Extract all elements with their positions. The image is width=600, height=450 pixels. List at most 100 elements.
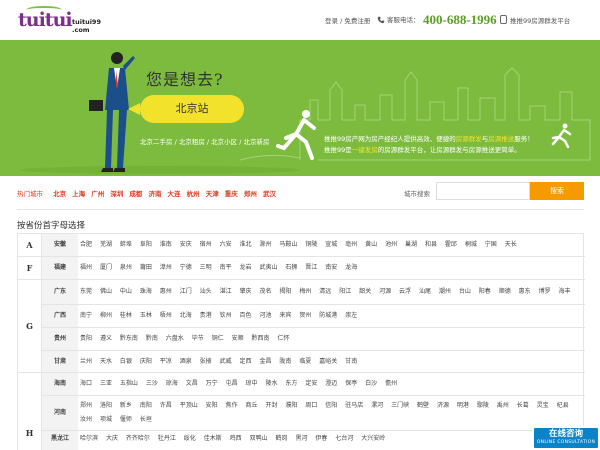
hot-city-link[interactable]: 天津 (206, 190, 219, 198)
city-link[interactable]: 石狮 (285, 264, 297, 271)
city-link[interactable]: 开封 (265, 402, 277, 409)
city-link[interactable]: 江门 (180, 288, 192, 295)
city-link[interactable]: 庆阳 (140, 358, 152, 365)
city-link[interactable]: 淮南 (160, 241, 172, 248)
city-link[interactable]: 蚌埠 (120, 241, 132, 248)
city-link[interactable]: 澄迈 (325, 380, 337, 387)
city-link[interactable]: 南阳 (140, 402, 152, 409)
city-link[interactable]: 桂林 (120, 312, 132, 319)
city-link[interactable]: 厦门 (100, 264, 112, 271)
city-link[interactable]: 桐城 (465, 241, 477, 248)
city-link[interactable]: 莆田 (140, 264, 152, 271)
city-link[interactable]: 亳州 (345, 241, 357, 248)
hot-city-link[interactable]: 广州 (91, 190, 104, 198)
city-link[interactable]: 琼中 (246, 380, 258, 387)
city-link[interactable]: 铜陵 (305, 241, 317, 248)
city-link[interactable]: 定西 (240, 358, 252, 365)
city-link[interactable]: 白沙 (365, 380, 377, 387)
city-link[interactable]: 云浮 (399, 288, 411, 295)
city-link[interactable]: 黔南 (146, 335, 158, 342)
city-link[interactable]: 白银 (120, 358, 132, 365)
city-link[interactable]: 百色 (240, 312, 252, 319)
province-name[interactable]: 广东 (42, 280, 78, 304)
search-button[interactable]: 搜索 (530, 182, 584, 200)
city-link[interactable]: 定安 (305, 380, 317, 387)
city-link[interactable]: 黑河 (295, 435, 307, 442)
city-link[interactable]: 长垣 (140, 416, 152, 423)
city-link[interactable]: 惠州 (160, 288, 172, 295)
city-link[interactable]: 海口 (80, 380, 92, 387)
city-link[interactable]: 齐齐哈尔 (126, 435, 150, 442)
city-link[interactable]: 三明 (200, 264, 212, 271)
province-name[interactable]: 河南 (42, 396, 78, 430)
city-link[interactable]: 钦州 (220, 312, 232, 319)
city-link[interactable]: 和县 (425, 241, 437, 248)
city-link[interactable]: 驻马店 (345, 402, 363, 409)
city-link[interactable]: 肇庆 (240, 288, 252, 295)
city-link[interactable]: 漯河 (371, 402, 383, 409)
city-link[interactable]: 韶关 (359, 288, 371, 295)
city-link[interactable]: 项城 (100, 416, 112, 423)
city-link[interactable]: 中山 (120, 288, 132, 295)
city-link[interactable]: 平顶山 (180, 402, 198, 409)
city-link[interactable]: 台山 (459, 288, 471, 295)
city-link[interactable]: 鹤岗 (276, 435, 288, 442)
city-link[interactable]: 兰州 (80, 358, 92, 365)
city-link[interactable]: 嘉峪关 (319, 358, 337, 365)
city-link[interactable]: 合肥 (80, 241, 92, 248)
city-link[interactable]: 大庆 (106, 435, 118, 442)
city-link[interactable]: 梅州 (299, 288, 311, 295)
city-link[interactable]: 六安 (220, 241, 232, 248)
city-link[interactable]: 阳江 (339, 288, 351, 295)
hot-city-link[interactable]: 深圳 (110, 190, 123, 198)
online-consult-button[interactable]: 在线咨询 ONLINE CONSULTATION (532, 426, 600, 450)
city-link[interactable]: 漳州 (160, 264, 172, 271)
city-link[interactable]: 陇南 (279, 358, 291, 365)
hot-city-link[interactable]: 武汉 (263, 190, 276, 198)
city-link[interactable]: 东莞 (80, 288, 92, 295)
hot-city-link[interactable]: 郑州 (244, 190, 257, 198)
city-link[interactable]: 湛江 (220, 288, 232, 295)
province-name[interactable]: 安徽 (42, 234, 78, 256)
city-link[interactable]: 安庆 (180, 241, 192, 248)
city-link[interactable]: 武夷山 (259, 264, 277, 271)
city-link[interactable]: 宿州 (200, 241, 212, 248)
city-link[interactable]: 汕头 (200, 288, 212, 295)
city-link[interactable]: 梧州 (160, 312, 172, 319)
city-link[interactable]: 牡丹江 (158, 435, 176, 442)
city-link[interactable]: 保亭 (345, 380, 357, 387)
city-link[interactable]: 铜仁 (212, 335, 224, 342)
city-link[interactable]: 福州 (80, 264, 92, 271)
city-link[interactable]: 新乡 (120, 402, 132, 409)
city-search-input[interactable] (436, 182, 530, 200)
province-name[interactable]: 甘肃 (42, 351, 78, 372)
city-link[interactable]: 宁德 (180, 264, 192, 271)
city-link[interactable]: 五指山 (120, 380, 138, 387)
city-link[interactable]: 杞县 (557, 402, 569, 409)
city-link[interactable]: 遵义 (100, 335, 112, 342)
city-link[interactable]: 佳木斯 (204, 435, 222, 442)
city-link[interactable]: 三亚 (100, 380, 112, 387)
province-name[interactable]: 海南 (42, 373, 78, 395)
city-link[interactable]: 河源 (379, 288, 391, 295)
city-link[interactable]: 济源 (437, 402, 449, 409)
city-link[interactable]: 滁州 (259, 241, 271, 248)
city-link[interactable]: 临夏 (299, 358, 311, 365)
city-link[interactable]: 郑州 (80, 402, 92, 409)
city-link[interactable]: 龙岩 (240, 264, 252, 271)
city-link[interactable]: 哈尔滨 (80, 435, 98, 442)
platform-link[interactable]: 推推99房源群发平台 (500, 15, 570, 25)
city-link[interactable]: 鹤壁 (417, 402, 429, 409)
province-name[interactable]: 福建 (42, 257, 78, 279)
city-link[interactable]: 金昌 (259, 358, 271, 365)
city-link[interactable]: 防城港 (319, 312, 337, 319)
city-link[interactable]: 潮州 (439, 288, 451, 295)
city-link[interactable]: 屯昌 (226, 380, 238, 387)
city-link[interactable]: 海丰 (559, 288, 571, 295)
city-link[interactable]: 霍邱 (445, 241, 457, 248)
city-link[interactable]: 双鸭山 (250, 435, 268, 442)
login-register-link[interactable]: 登录 / 免费注册 (325, 15, 370, 25)
city-link[interactable]: 顺德 (499, 288, 511, 295)
city-link[interactable]: 琼海 (166, 380, 178, 387)
province-name[interactable]: 贵州 (42, 328, 78, 350)
